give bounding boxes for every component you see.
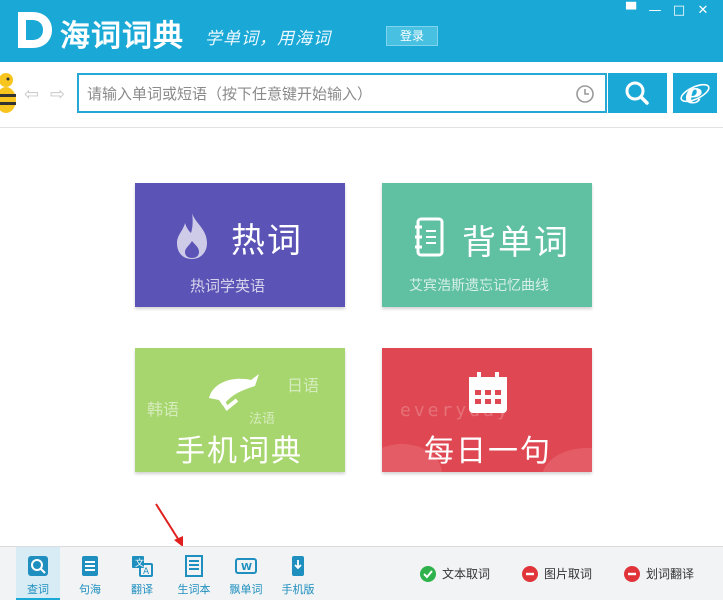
- nav-mobile[interactable]: 手机版: [276, 547, 320, 600]
- svg-text:W: W: [241, 562, 252, 573]
- nav-label: 翻译: [131, 583, 153, 596]
- tool-label: 文本取词: [442, 567, 491, 581]
- vocab-subtitle: 艾宾浩斯遗忘记忆曲线: [409, 278, 549, 294]
- nav-lookup[interactable]: 查词: [16, 547, 60, 600]
- vocab-title: 背单词: [462, 223, 570, 263]
- tool-label: 划词翻译: [646, 567, 695, 581]
- ie-browser-icon: e: [680, 77, 710, 110]
- minimize-icon[interactable]: —: [643, 2, 667, 20]
- wordbook-icon: [185, 555, 203, 577]
- floating-word-icon: W: [235, 558, 257, 574]
- login-button[interactable]: 登录: [386, 26, 438, 46]
- image-capture-toggle[interactable]: 图片取词: [522, 565, 592, 583]
- mobile-dictionary-title: 手机词典: [175, 434, 303, 469]
- back-arrow-icon[interactable]: ⇦: [24, 84, 39, 105]
- browser-button[interactable]: e: [673, 73, 717, 113]
- search-book-icon: [28, 556, 48, 576]
- bottom-bar: 查词 句海 文 A 翻译 生词本 W 飘单词 手机版 文本取词 图片取词 划词翻…: [0, 546, 723, 600]
- bee-mascot-icon: [0, 73, 16, 113]
- nav-translate[interactable]: 文 A 翻译: [120, 547, 164, 600]
- menu-icon[interactable]: ▀: [619, 2, 643, 20]
- hot-words-title: 热词: [231, 221, 303, 261]
- search-icon: [625, 81, 649, 105]
- nav-label: 句海: [79, 583, 101, 596]
- hand-writing-icon: [209, 374, 259, 411]
- disabled-off-icon: [624, 566, 640, 582]
- mobile-dictionary-tile[interactable]: 韩语 日语 法语 手机词典: [135, 348, 345, 472]
- nav-label: 查词: [27, 583, 49, 596]
- nav-label: 飘单词: [229, 583, 263, 596]
- check-on-icon: [420, 566, 436, 582]
- forward-arrow-icon[interactable]: ⇨: [50, 84, 65, 105]
- maximize-icon[interactable]: □: [667, 2, 691, 20]
- app-slogan: 学单词，用海词: [205, 29, 331, 49]
- annotation-arrow-icon: [155, 503, 183, 547]
- text-capture-toggle[interactable]: 文本取词: [420, 565, 490, 583]
- japanese-deco-text: 日语: [287, 376, 320, 395]
- calendar-icon: [469, 372, 507, 413]
- hot-words-tile[interactable]: 热词 热词学英语: [135, 183, 345, 307]
- translate-icon: 文 A: [132, 556, 153, 577]
- window-controls: ▀ — □ ✕: [619, 2, 715, 20]
- history-clock-icon[interactable]: [575, 84, 595, 104]
- mobile-icon: [292, 556, 304, 576]
- flame-icon: [177, 213, 207, 259]
- svg-text:A: A: [143, 567, 150, 577]
- hot-words-subtitle: 热词学英语: [190, 277, 266, 295]
- app-title: 海词词典: [60, 19, 184, 54]
- sentence-list-icon: [82, 556, 98, 576]
- vocab-tile[interactable]: 背单词 艾宾浩斯遗忘记忆曲线: [382, 183, 592, 307]
- search-row: ⇦ ⇨ e: [0, 62, 723, 128]
- search-box: [77, 73, 607, 113]
- nav-label: 手机版: [281, 583, 315, 596]
- notebook-icon: [415, 217, 444, 257]
- korean-deco-text: 韩语: [147, 400, 180, 419]
- nav-floating-word[interactable]: W 飘单词: [224, 547, 268, 600]
- close-icon[interactable]: ✕: [691, 2, 715, 20]
- daily-sentence-tile[interactable]: everyday 每日一句: [382, 348, 592, 472]
- svg-text:e: e: [685, 77, 703, 110]
- disabled-off-icon: [522, 566, 538, 582]
- title-bar: 海词词典 学单词，用海词 登录 ▀ — □ ✕: [0, 0, 723, 62]
- search-input[interactable]: [87, 82, 567, 106]
- tool-label: 图片取词: [544, 567, 593, 581]
- daily-sentence-title: 每日一句: [424, 434, 552, 469]
- nav-label: 生词本: [177, 583, 211, 596]
- select-translate-toggle[interactable]: 划词翻译: [624, 565, 694, 583]
- app-logo-icon: [18, 12, 52, 48]
- search-button[interactable]: [608, 73, 667, 113]
- nav-wordbook[interactable]: 生词本: [172, 547, 216, 600]
- nav-sentences[interactable]: 句海: [68, 547, 112, 600]
